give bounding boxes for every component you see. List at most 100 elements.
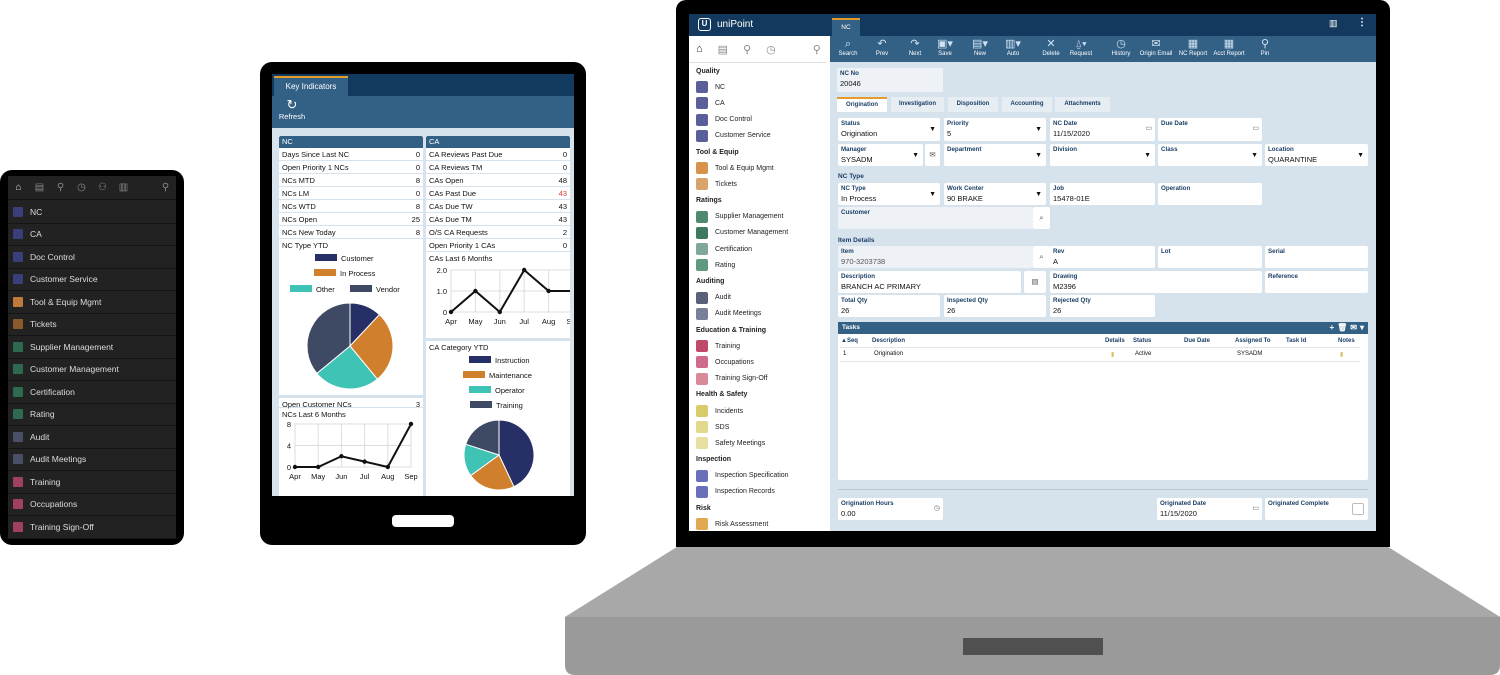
kpi-row[interactable]: Open Priority 1 CAs 0 (426, 239, 570, 252)
sidebar-item[interactable]: Occupations (689, 354, 830, 370)
sidebar-item[interactable]: Training Sign-Off (689, 371, 830, 387)
task-assigned-to[interactable]: SYSADM (1237, 351, 1262, 357)
rev-field[interactable]: Rev A (1050, 246, 1155, 268)
kpi-row[interactable]: NCs New Today 8 (279, 226, 423, 239)
tab-attachments[interactable]: Attachments (1055, 97, 1110, 112)
column-header[interactable]: Notes (1338, 338, 1355, 344)
sidebar-item[interactable]: Customer Service (689, 128, 830, 144)
pin-icon[interactable]: ⚲ (50, 182, 71, 193)
reference-field[interactable]: Reference (1265, 271, 1368, 293)
tab-disposition[interactable]: Disposition (948, 97, 998, 112)
refresh-button[interactable]: ↻ Refresh (276, 98, 308, 122)
sidebar-item[interactable]: Doc Control (689, 112, 830, 128)
item-field[interactable]: Item 970-3203738 (838, 246, 1033, 268)
sidebar-item[interactable]: Audit (689, 290, 830, 306)
card-icon[interactable]: ▤ (718, 43, 728, 56)
dropdown-arrow-icon[interactable]: ▼ (929, 126, 936, 133)
kpi-row[interactable]: Open Customer NCs 3 (279, 395, 423, 409)
add-icon[interactable]: + (1329, 323, 1334, 332)
dropdown-arrow-icon[interactable]: ▾ (1360, 323, 1364, 332)
search-icon[interactable]: ⚲ (155, 182, 176, 193)
phone-nav-item[interactable]: Tool & Equip Mgmt (8, 291, 176, 314)
department-field[interactable]: Department ▼ (944, 144, 1046, 166)
tab-key-indicators[interactable]: Key Indicators (274, 76, 348, 96)
task-status[interactable]: Active (1135, 351, 1151, 357)
dropdown-arrow-icon[interactable]: ▼ (929, 191, 936, 198)
sidebar-item[interactable]: Supplier Management (689, 209, 830, 225)
sidebar-item[interactable]: CA (689, 95, 830, 111)
kpi-row[interactable]: CAs Due TM 43 (426, 213, 570, 226)
dropdown-arrow-icon[interactable]: ▼ (1035, 126, 1042, 133)
rejected-qty-field[interactable]: Rejected Qty 26 (1050, 295, 1155, 317)
sidebar-item[interactable]: Incidents (689, 403, 830, 419)
history-icon[interactable]: ◷ (71, 182, 92, 193)
kpi-row[interactable]: CA Reviews Past Due 0 (426, 148, 570, 161)
kpi-row[interactable]: NCs MTD 8 (279, 174, 423, 187)
dropdown-arrow-icon[interactable]: ▼ (912, 152, 919, 159)
phone-nav-item[interactable]: Rating (8, 404, 176, 426)
sidebar-item[interactable]: Rating (689, 257, 830, 273)
sidebar-item[interactable]: Training (689, 338, 830, 354)
sidebar-item[interactable]: Certification (689, 241, 830, 257)
kpi-row[interactable]: Open Priority 1 NCs 0 (279, 161, 423, 174)
due-date-field[interactable]: Due Date ▭ (1158, 118, 1262, 141)
work-center-field[interactable]: Work Center 90 BRAKE ▼ (944, 183, 1046, 205)
task-seq[interactable]: 1 (843, 351, 846, 357)
kpi-row[interactable]: O/S CA Requests 2 (426, 226, 570, 239)
phone-nav-item[interactable]: Customer Service (8, 269, 176, 291)
phone-nav-item[interactable]: Audit Meetings (8, 449, 176, 471)
description-doc-button[interactable]: ▤ (1024, 271, 1046, 293)
task-notes-icon[interactable]: ▮ (1340, 351, 1343, 358)
dropdown-arrow-icon[interactable]: ▼ (1035, 152, 1042, 159)
kpi-row[interactable]: NCs Open 25 (279, 213, 423, 226)
job-field[interactable]: Job 15478-01E (1050, 183, 1155, 205)
column-header[interactable]: ▲Seq (841, 338, 858, 344)
tab-accounting[interactable]: Accounting (1002, 97, 1052, 112)
operation-field[interactable]: Operation (1158, 183, 1262, 205)
phone-nav-item[interactable]: Customer Management (8, 359, 176, 381)
dropdown-arrow-icon[interactable]: ▼ (1357, 152, 1364, 159)
dropdown-arrow-icon[interactable]: ▼ (1144, 152, 1151, 159)
task-details-icon[interactable]: ▮ (1111, 351, 1114, 358)
manager-field[interactable]: Manager SYSADM ▼ (838, 144, 923, 166)
location-field[interactable]: Location QUARANTINE ▼ (1265, 144, 1368, 166)
lot-field[interactable]: Lot (1158, 246, 1262, 268)
calendar-icon[interactable]: ▭ (1252, 504, 1259, 512)
column-header[interactable]: Status (1133, 338, 1151, 344)
sidebar-item[interactable]: Customer Management (689, 225, 830, 241)
phone-nav-item[interactable]: Occupations (8, 494, 176, 516)
phone-nav-item[interactable]: Training Sign-Off (8, 516, 176, 539)
originated-date-field[interactable]: Originated Date 11/15/2020 ▭ (1157, 498, 1262, 520)
card-icon[interactable]: ▤ (29, 182, 50, 193)
serial-field[interactable]: Serial (1265, 246, 1368, 268)
kpi-row[interactable]: NCs WTD 8 (279, 200, 423, 213)
calendar-icon[interactable]: ▭ (1252, 124, 1259, 132)
item-search-button[interactable]: ⌕ (1033, 246, 1050, 268)
tab-origination[interactable]: Origination (837, 97, 887, 112)
user-icon[interactable]: ⚇ (92, 182, 113, 193)
column-header[interactable]: Description (872, 338, 905, 344)
home-icon[interactable]: ⌂ (696, 43, 703, 55)
drawing-field[interactable]: Drawing M2396 (1050, 271, 1262, 293)
customer-search-button[interactable]: ⌕ (1033, 207, 1050, 229)
sidebar-item[interactable]: Tool & Equip Mgmt (689, 160, 830, 176)
column-header[interactable]: Details (1105, 338, 1125, 344)
task-description[interactable]: Origination (874, 351, 903, 357)
sidebar-item[interactable]: Inspection Specification (689, 468, 830, 484)
description-field[interactable]: Description BRANCH AC PRIMARY (838, 271, 1021, 293)
phone-nav-item[interactable]: Doc Control (8, 246, 176, 269)
column-header[interactable]: Due Date (1184, 338, 1210, 344)
priority-field[interactable]: Priority 5 ▼ (944, 118, 1046, 141)
sidebar-item[interactable]: Audit Meetings (689, 306, 830, 322)
home-icon[interactable]: ⌂ (8, 182, 29, 193)
chart-icon[interactable]: ▥ (113, 182, 134, 193)
kpi-row[interactable]: CA Reviews TM 0 (426, 161, 570, 174)
pin-icon[interactable]: ⚲ (743, 43, 751, 56)
phone-nav-item[interactable]: Training (8, 471, 176, 494)
email-manager-button[interactable]: ✉ (925, 144, 940, 166)
phone-nav-item[interactable]: Audit (8, 426, 176, 449)
dropdown-arrow-icon[interactable]: ▼ (1035, 191, 1042, 198)
history-icon[interactable]: ◷ (766, 43, 776, 56)
tablet-home-button[interactable] (392, 515, 454, 527)
column-header[interactable]: Assigned To (1235, 338, 1271, 344)
